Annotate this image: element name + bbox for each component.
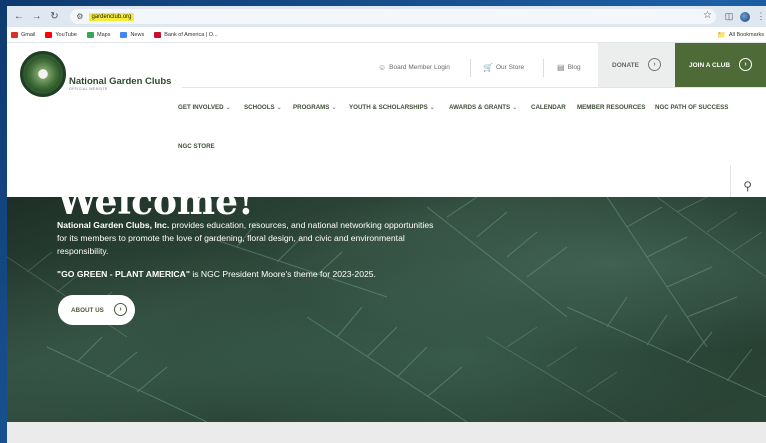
news-icon	[120, 31, 128, 38]
nav-calendar[interactable]: CALENDAR	[531, 104, 566, 111]
chevron-down-icon: ⌄	[331, 105, 337, 111]
bookmarks-bar: Gmail YouTube Maps News Bank of America …	[7, 27, 766, 43]
donate-button[interactable]: DONATE ›	[598, 43, 675, 87]
menu-icon[interactable]: ⋮	[756, 11, 766, 22]
forward-icon[interactable]: →	[29, 9, 45, 25]
chevron-down-icon: ⌄	[225, 105, 231, 111]
nav-label: MEMBER RESOURCES	[577, 104, 646, 111]
nav-ngc-store[interactable]: NGC STORE	[178, 143, 215, 150]
nav-label: YOUTH & SCHOLARSHIPS	[349, 104, 428, 111]
nav-label: NGC STORE	[178, 143, 215, 150]
board-login-link[interactable]: ☺ Board Member Login	[378, 63, 450, 72]
hero-banner: Welcome! National Garden Clubs, Inc. pro…	[7, 197, 766, 422]
reload-icon[interactable]: ↻	[47, 9, 63, 25]
board-login-label: Board Member Login	[389, 64, 450, 71]
org-name: National Garden Clubs, Inc.	[57, 220, 170, 230]
bookmark-star-icon[interactable]: ☆	[703, 10, 712, 21]
divider	[470, 59, 471, 77]
nav-awards-grants[interactable]: AWARDS & GRANTS ⌄	[449, 104, 517, 111]
blog-label: Blog	[567, 64, 581, 71]
bookmark-gmail[interactable]: Gmail	[11, 31, 36, 38]
all-bookmarks-label: All Bookmarks	[728, 31, 764, 38]
youtube-icon	[45, 31, 53, 38]
all-bookmarks[interactable]: 📁 All Bookmarks	[717, 31, 764, 39]
logo-subtitle: OFFICIAL WEBSITE	[69, 87, 108, 91]
join-label: JOIN A CLUB	[689, 61, 731, 69]
about-label: ABOUT US	[71, 306, 104, 314]
nav-path-of-success[interactable]: NGC PATH OF SUCCESS	[655, 104, 728, 111]
ngc-logo[interactable]	[20, 51, 66, 97]
nav-youth-scholarships[interactable]: YOUTH & SCHOLARSHIPS ⌄	[349, 104, 435, 111]
blog-icon: ▤	[557, 63, 565, 72]
flower-icon	[27, 58, 59, 90]
divider	[543, 59, 544, 77]
nav-label: PROGRAMS	[293, 104, 330, 111]
browser-window: ← → ↻ ⚙ gardenclub.org ☆ ◫ ⋮ Gmail YouTu…	[7, 6, 766, 443]
bookmark-label: News	[130, 31, 145, 38]
our-store-label: Our Store	[495, 64, 525, 71]
gmail-icon	[11, 31, 18, 38]
browser-toolbar: ← → ↻ ⚙ gardenclub.org ☆ ◫ ⋮	[7, 6, 766, 27]
nav-schools[interactable]: SCHOOLS ⌄	[244, 104, 282, 111]
join-club-button[interactable]: JOIN A CLUB ›	[675, 43, 766, 87]
cart-icon: 🛒	[483, 63, 493, 72]
hero-theme: "GO GREEN - PLANT AMERICA" is NGC Presid…	[57, 268, 437, 281]
arrow-right-icon: ›	[648, 58, 661, 71]
arrow-right-icon: ›	[739, 58, 752, 71]
chevron-down-icon: ⌄	[512, 105, 518, 111]
bookmark-label: YouTube	[55, 31, 77, 38]
content-section	[7, 422, 766, 443]
donate-label: DONATE	[612, 61, 639, 69]
nav-get-involved[interactable]: GET INVOLVED ⌄	[178, 104, 231, 111]
hero-intro: National Garden Clubs, Inc. provides edu…	[57, 219, 437, 258]
folder-icon: 📁	[717, 31, 726, 39]
bookmark-news[interactable]: News	[120, 31, 145, 38]
our-store-link[interactable]: 🛒 Our Store	[483, 63, 524, 72]
divider	[730, 165, 731, 197]
site-header: National Garden Clubs OFFICIAL WEBSITE ☺…	[7, 43, 766, 197]
nav-programs[interactable]: PROGRAMS ⌄	[293, 104, 336, 111]
chevron-down-icon: ⌄	[276, 105, 282, 111]
nav-member-resources[interactable]: MEMBER RESOURCES	[577, 104, 645, 111]
chevron-down-icon: ⌄	[429, 105, 435, 111]
theme-text: is NGC President Moore's theme for 2023-…	[192, 269, 376, 279]
user-icon: ☺	[378, 63, 387, 72]
address-bar[interactable]: ⚙ gardenclub.org ☆	[70, 9, 716, 24]
divider	[182, 87, 766, 88]
nav-label: SCHOOLS	[244, 104, 275, 111]
logo-title[interactable]: National Garden Clubs	[69, 76, 171, 87]
nav-label: CALENDAR	[531, 104, 566, 111]
profile-avatar[interactable]	[739, 11, 750, 22]
back-icon[interactable]: ←	[11, 9, 27, 25]
nav-label: NGC PATH OF SUCCESS	[655, 104, 729, 111]
bookmark-youtube[interactable]: YouTube	[45, 31, 77, 38]
sidebar-icon[interactable]: ◫	[724, 11, 734, 22]
search-icon[interactable]: ⚲	[743, 179, 752, 193]
bank-of-america-icon	[154, 31, 162, 38]
bookmark-maps[interactable]: Maps	[87, 31, 111, 38]
nav-label: GET INVOLVED	[178, 104, 224, 111]
bookmark-label: Gmail	[21, 31, 36, 38]
arrow-right-icon: ›	[114, 303, 127, 316]
bookmark-label: Maps	[97, 31, 111, 38]
nav-label: AWARDS & GRANTS	[449, 104, 511, 111]
bookmark-bank-of-america[interactable]: Bank of America | O...	[154, 31, 218, 38]
bookmark-label: Bank of America | O...	[164, 31, 218, 38]
site-info-icon[interactable]: ⚙	[76, 12, 83, 21]
about-us-button[interactable]: ABOUT US ›	[58, 295, 135, 325]
url-text[interactable]: gardenclub.org	[89, 12, 134, 21]
maps-icon	[87, 31, 94, 38]
blog-link[interactable]: ▤ Blog	[557, 63, 581, 72]
theme-name: "GO GREEN - PLANT AMERICA"	[57, 269, 190, 279]
